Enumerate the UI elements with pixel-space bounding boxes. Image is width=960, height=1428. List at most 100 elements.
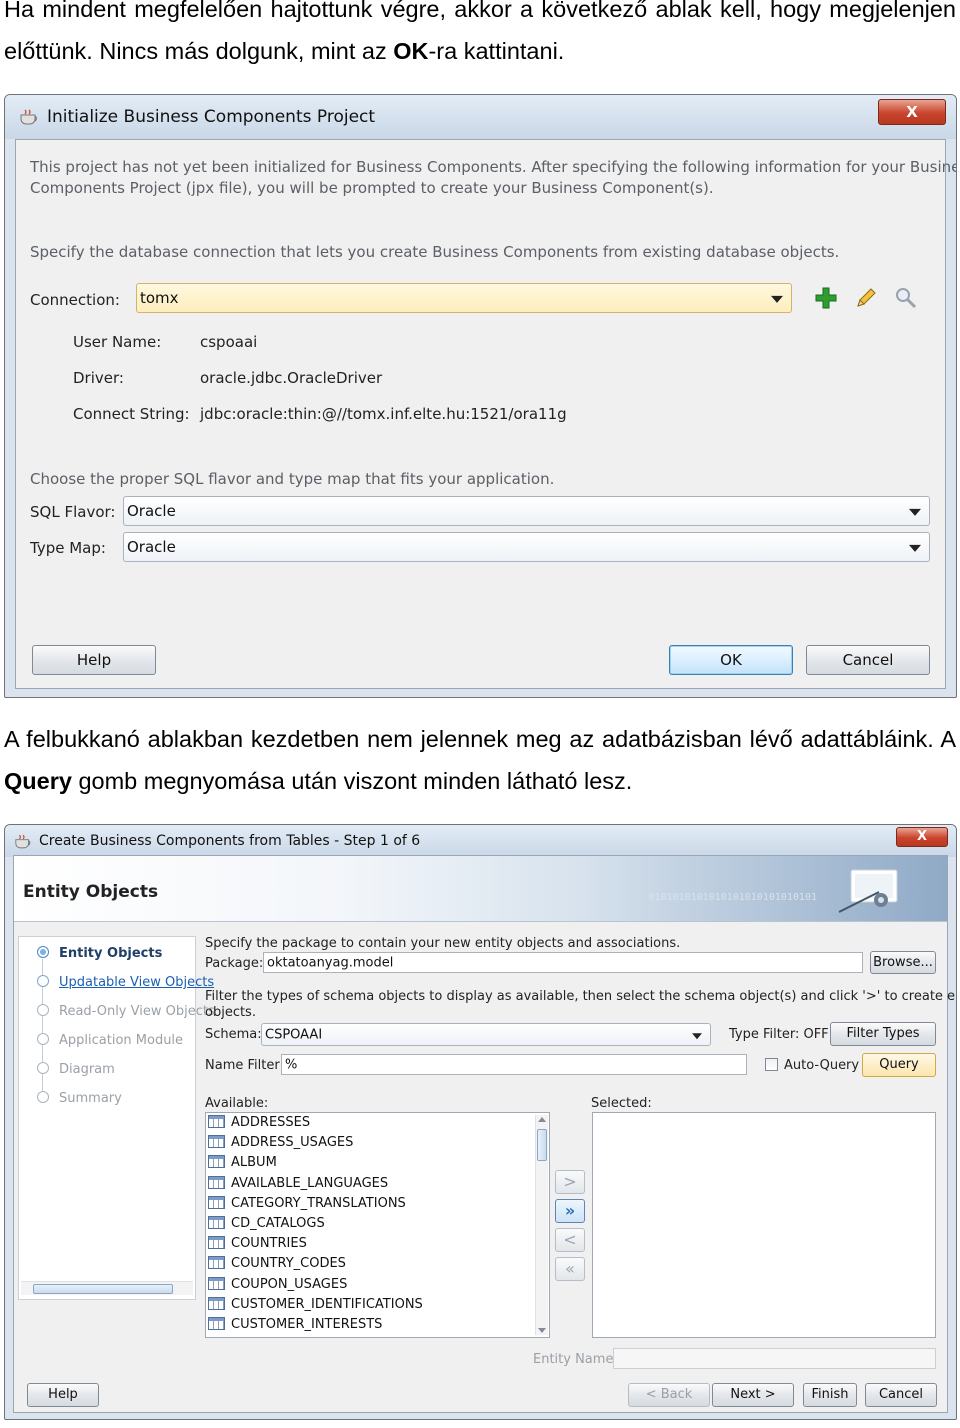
entity-name-label: Entity Name:: [533, 1352, 618, 1367]
table-name: ADDRESSES: [231, 1115, 311, 1130]
package-label: Package:: [205, 956, 264, 971]
nav-read-only-view-objects: Read-Only View Objects: [59, 1004, 215, 1019]
dialog-title: Create Business Components from Tables -…: [39, 833, 421, 849]
ok-button[interactable]: OK: [669, 645, 793, 675]
chevron-down-icon: [692, 1032, 702, 1039]
finish-button[interactable]: Finish: [803, 1383, 857, 1407]
type-map-value: Oracle: [127, 538, 176, 556]
table-list-item[interactable]: COUNTRIES: [208, 1236, 307, 1256]
package-value: oktatoanyag.model: [267, 955, 394, 970]
table-list-item[interactable]: ADDRESSES: [208, 1115, 310, 1135]
wizard-banner: Entity Objects 0101010101010101010101010…: [14, 856, 947, 922]
scroll-thumb[interactable]: [33, 1284, 173, 1294]
table-list-item[interactable]: CUSTOMER_IDENTIFICATIONS: [208, 1296, 423, 1317]
nav-horizontal-scrollbar[interactable]: [21, 1281, 193, 1295]
table-icon: [208, 1296, 225, 1310]
next-button[interactable]: Next >: [712, 1383, 794, 1407]
step-current-icon: [37, 946, 49, 958]
browse-button[interactable]: Browse...: [870, 951, 936, 974]
table-list-item[interactable]: ADDRESS_USAGES: [208, 1135, 353, 1155]
info-line-1: This project has not yet been initialize…: [30, 158, 957, 176]
available-scrollbar[interactable]: [535, 1115, 548, 1335]
table-list-item[interactable]: CATEGORY_TRANSLATIONS: [208, 1195, 406, 1216]
wizard-graphic-icon: [838, 869, 898, 913]
selected-label: Selected:: [591, 1096, 652, 1111]
move-all-right-button[interactable]: »: [555, 1199, 585, 1223]
scroll-up-icon[interactable]: [538, 1117, 546, 1122]
filter-types-button[interactable]: Filter Types: [830, 1022, 936, 1046]
auto-query-checkbox[interactable]: [765, 1058, 778, 1071]
nav-updatable-view-objects[interactable]: Updatable View Objects: [59, 975, 214, 990]
move-left-button[interactable]: <: [555, 1228, 585, 1252]
app-cup-icon: [20, 109, 37, 125]
table-name: CD_CATALOGS: [231, 1216, 325, 1231]
step-icon: [37, 1033, 49, 1045]
query-button[interactable]: Query: [862, 1053, 936, 1077]
connection-label: Connection:: [30, 291, 120, 309]
move-all-left-button[interactable]: «: [555, 1257, 585, 1281]
filter-info-line-1: Filter the types of schema objects to di…: [205, 989, 957, 1004]
app-cup-icon: [15, 834, 31, 849]
table-name: AVAILABLE_LANGUAGES: [231, 1175, 389, 1191]
step-icon: [37, 1091, 49, 1103]
search-icon[interactable]: [894, 286, 918, 310]
wizard-body: Entity Objects 0101010101010101010101010…: [13, 855, 956, 1413]
info-line-2: Components Project (jpx file), you will …: [30, 179, 714, 197]
nav-summary: Summary: [59, 1091, 122, 1106]
close-button[interactable]: X: [896, 827, 948, 847]
table-list-item[interactable]: COUNTRY_CODES: [208, 1256, 346, 1276]
name-filter-field[interactable]: %: [281, 1054, 747, 1075]
table-icon: [208, 1195, 225, 1209]
auto-query-label[interactable]: Auto-Query: [784, 1058, 859, 1073]
package-info: Specify the package to contain your new …: [205, 936, 681, 951]
wizard-steps-nav: Entity Objects Updatable View Objects Re…: [18, 936, 215, 1300]
help-button[interactable]: Help: [32, 645, 156, 675]
available-list[interactable]: ADDRESSES ADDRESS_USAGES ALBUM AVAILABLE_LA…: [205, 1112, 550, 1338]
create-business-components-dialog: Create Business Components from Tables -…: [4, 824, 957, 1420]
entity-name-field: [613, 1348, 936, 1369]
table-list-item[interactable]: CD_CATALOGS: [208, 1216, 325, 1236]
table-name: CUSTOMER_INTERESTS: [231, 1317, 383, 1332]
close-button[interactable]: X: [878, 99, 946, 125]
move-right-button[interactable]: >: [555, 1170, 585, 1194]
schema-combo[interactable]: CSPOAAI: [261, 1023, 711, 1046]
schema-value: CSPOAAI: [265, 1027, 323, 1042]
scroll-thumb[interactable]: [537, 1129, 547, 1161]
nav-entity-objects[interactable]: Entity Objects: [59, 946, 162, 961]
connection-info: Specify the database connection that let…: [30, 243, 840, 261]
user-name-value: cspoaai: [200, 333, 258, 351]
table-icon: [208, 1236, 225, 1250]
connection-combo[interactable]: tomx: [136, 283, 792, 313]
dialog-title: Initialize Business Components Project: [47, 107, 376, 127]
table-list-item[interactable]: ALBUM: [208, 1155, 277, 1175]
type-map-label: Type Map:: [30, 539, 106, 557]
help-button[interactable]: Help: [27, 1383, 99, 1407]
cancel-button[interactable]: Cancel: [806, 645, 930, 675]
edit-icon[interactable]: [854, 286, 878, 310]
add-icon[interactable]: [814, 286, 838, 310]
sql-flavor-combo[interactable]: Oracle: [123, 496, 930, 526]
table-name: ADDRESS_USAGES: [231, 1135, 354, 1151]
banner-title: Entity Objects: [23, 882, 159, 902]
connect-string-label: Connect String:: [73, 405, 190, 423]
package-field[interactable]: oktatoanyag.model: [263, 952, 863, 973]
table-list-item[interactable]: AVAILABLE_LANGUAGES: [208, 1175, 389, 1196]
nav-application-module: Application Module: [59, 1033, 184, 1048]
scroll-down-icon[interactable]: [538, 1328, 546, 1333]
dialog-titlebar[interactable]: Initialize Business Components Project X: [5, 95, 956, 139]
table-icon: [208, 1276, 225, 1290]
dialog-titlebar[interactable]: Create Business Components from Tables -…: [5, 825, 956, 857]
table-list-item[interactable]: COUPON_USAGES: [208, 1276, 347, 1297]
type-map-combo[interactable]: Oracle: [123, 532, 930, 562]
dialog-body: This project has not yet been initialize…: [15, 139, 956, 689]
filter-info-line-2: objects.: [205, 1005, 256, 1020]
sql-info: Choose the proper SQL flavor and type ma…: [30, 470, 555, 488]
chevron-down-icon: [909, 544, 921, 552]
cancel-button[interactable]: Cancel: [865, 1383, 937, 1407]
selected-list[interactable]: [592, 1112, 936, 1338]
schema-label: Schema:: [205, 1027, 262, 1042]
back-button: < Back: [628, 1383, 710, 1407]
type-filter-status: Type Filter: OFF: [729, 1027, 829, 1042]
table-list-item[interactable]: CUSTOMER_INTERESTS: [208, 1317, 382, 1337]
intro-bold-ok: OK: [393, 38, 429, 64]
